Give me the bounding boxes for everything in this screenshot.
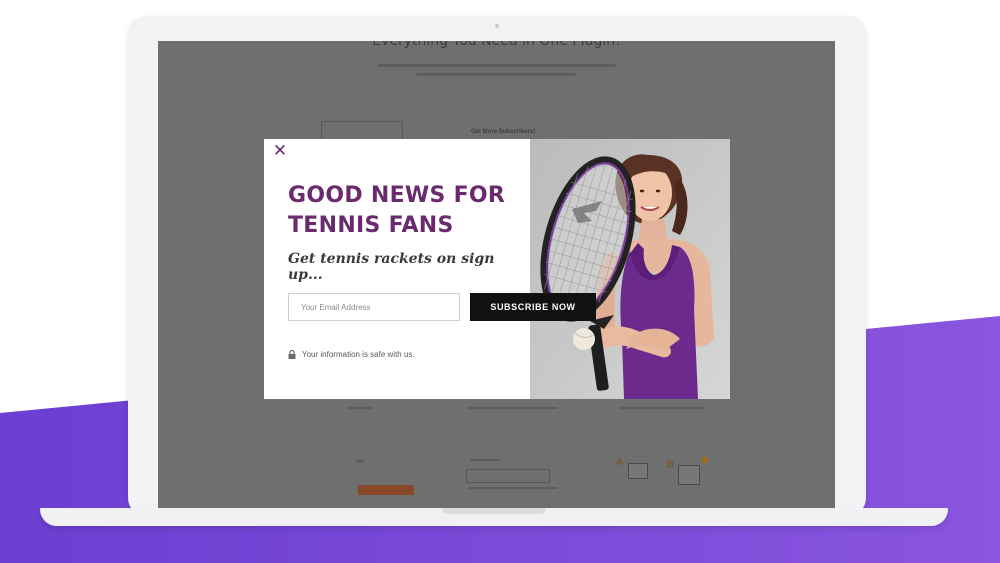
headline-line-2: TENNIS FANS — [288, 213, 454, 238]
background-select — [466, 469, 550, 483]
background-text-line — [348, 407, 372, 409]
background-letter-a: A — [616, 457, 624, 468]
camera-dot — [495, 24, 499, 28]
laptop-base — [40, 508, 948, 526]
background-sidebar-title: Get More Subscribers! — [471, 129, 536, 135]
image-placeholder-icon — [678, 465, 700, 485]
email-input[interactable] — [288, 293, 460, 321]
background-text-line — [416, 73, 576, 76]
background-orange-button — [358, 485, 414, 495]
background-marker — [702, 457, 708, 463]
background-page-heading: Everything You Need in One Plugin! — [372, 41, 621, 49]
headline-line-1: GOOD NEWS FOR — [288, 183, 506, 208]
subscribe-popup: ✕ GOOD NEWS FOR TENNIS FANS Get tennis r… — [264, 139, 730, 399]
lock-icon — [288, 349, 296, 359]
woman-with-tennis-racket-photo — [530, 139, 730, 399]
background-text-line — [378, 64, 616, 67]
background-letter-b: B — [667, 459, 675, 470]
background-text-line — [470, 459, 500, 461]
popup-tagline: Get tennis rackets on sign up... — [288, 251, 495, 283]
tennis-player-illustration — [530, 139, 730, 399]
popup-headline: GOOD NEWS FOR TENNIS FANS — [288, 181, 528, 241]
background-text-line — [620, 407, 706, 409]
image-placeholder-icon — [628, 463, 648, 479]
background-text-line — [468, 487, 558, 489]
background-box — [321, 121, 403, 141]
privacy-text: Your information is safe with us. — [302, 349, 415, 359]
privacy-note: Your information is safe with us. — [288, 348, 415, 360]
subscribe-button[interactable]: SUBSCRIBE NOW — [470, 293, 596, 321]
background-text-line — [356, 459, 364, 463]
close-icon[interactable]: ✕ — [272, 143, 288, 160]
background-text-line — [468, 407, 558, 409]
popup-content-panel: ✕ GOOD NEWS FOR TENNIS FANS Get tennis r… — [264, 139, 530, 399]
laptop-base-notch — [442, 508, 546, 514]
